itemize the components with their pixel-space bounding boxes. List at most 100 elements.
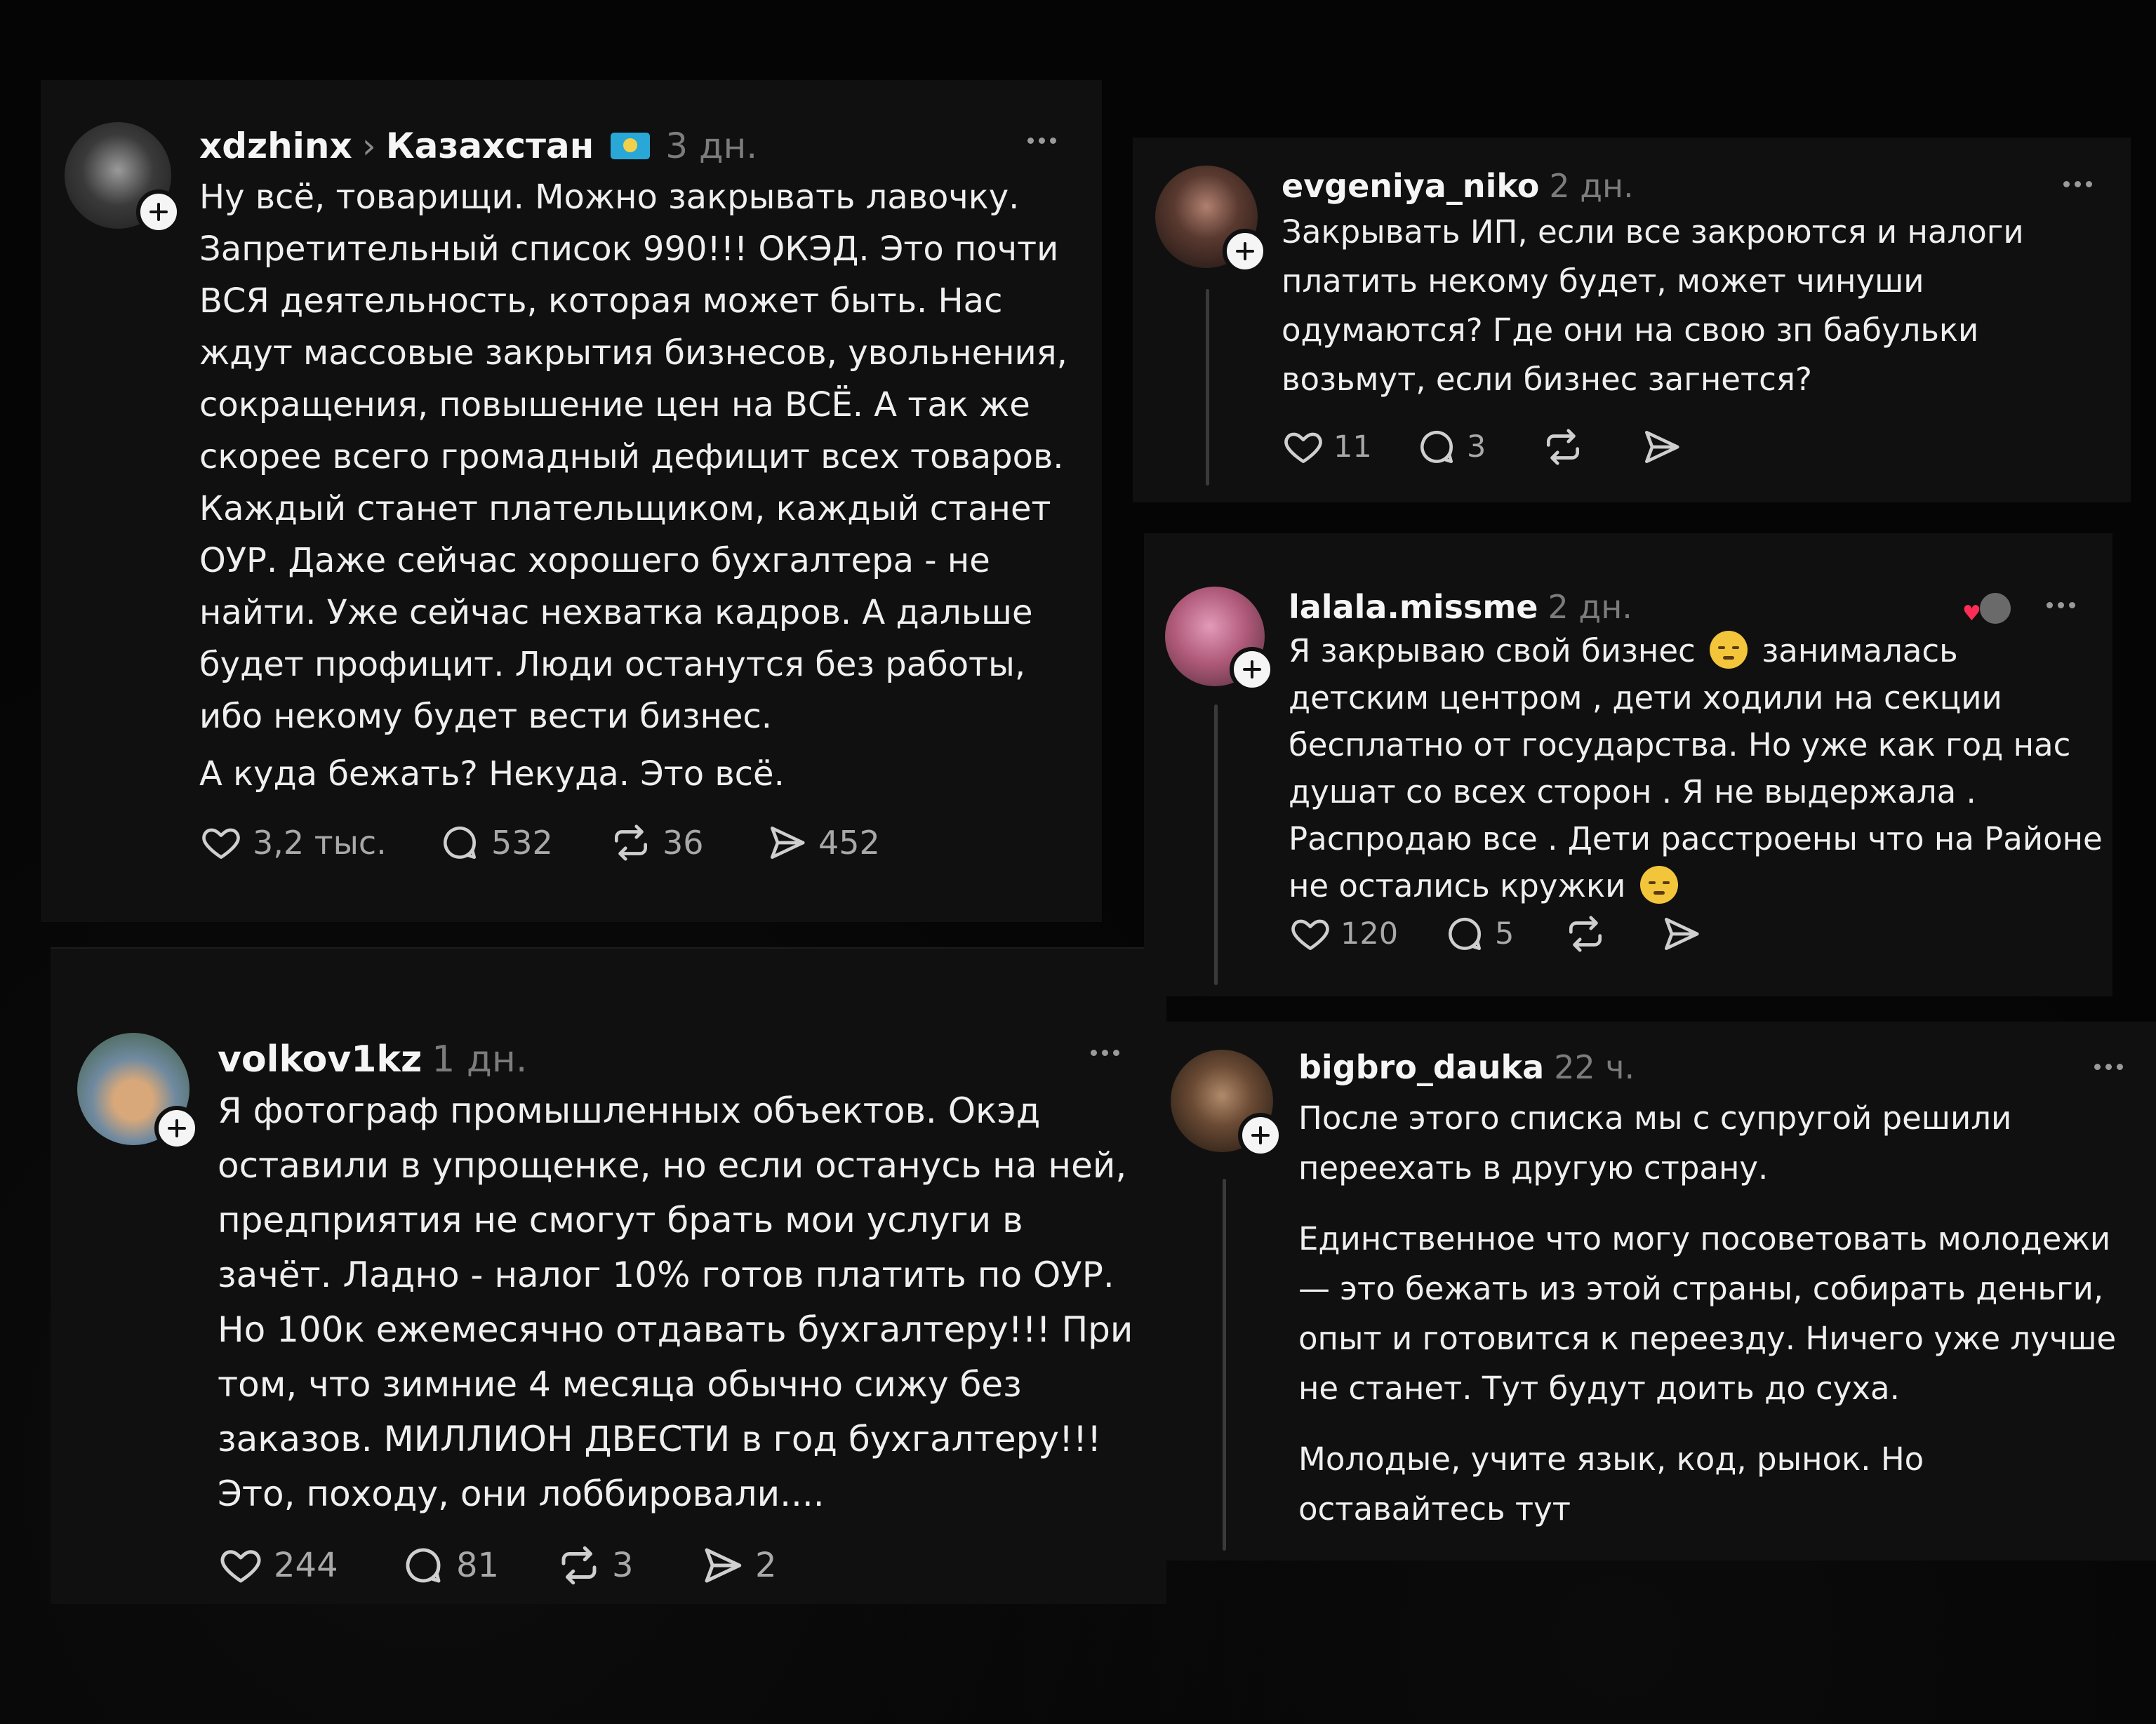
follow-plus-icon[interactable] <box>1223 229 1267 274</box>
post-paragraph: Единственное что могу посоветовать молод… <box>1298 1220 2117 1407</box>
post-paragraph: Я закрываю свой бизнес занималась детски… <box>1289 627 2103 909</box>
share-count: 2 <box>755 1546 777 1585</box>
like-count: 120 <box>1340 916 1399 951</box>
follow-plus-icon[interactable] <box>1230 647 1275 692</box>
reply-count: 532 <box>491 824 553 862</box>
thread-line <box>1206 289 1209 486</box>
thread-line <box>1214 704 1218 985</box>
post-header: bigbro_dauka 22 ч. <box>1298 1041 1635 1093</box>
post-actions: 120 5 <box>1289 912 1715 956</box>
avatar[interactable] <box>65 122 181 234</box>
comment-icon <box>1420 431 1453 463</box>
heart-icon <box>202 828 240 859</box>
like-button[interactable]: 11 <box>1282 425 1415 469</box>
timestamp: 22 ч. <box>1554 1048 1635 1086</box>
post-paragraph: Молодые, учите язык, код, рынок. Но оста… <box>1298 1441 1924 1528</box>
post-header: volkov1kz 1 дн. <box>218 1031 527 1088</box>
kazakhstan-flag-icon <box>611 133 651 159</box>
repost-count: 36 <box>663 824 704 862</box>
timestamp: 1 дн. <box>432 1038 528 1081</box>
username[interactable]: bigbro_dauka <box>1298 1048 1544 1086</box>
post-paragraph: После этого списка мы с супругой решили … <box>1298 1100 2012 1187</box>
more-options-icon[interactable] <box>1091 1050 1119 1056</box>
post-text: Я закрываю свой бизнес <box>1289 632 1696 669</box>
like-count: 244 <box>274 1546 338 1585</box>
post-card-lalala-missme: lalala.missme 2 дн. ♥ Я закрываю свой би… <box>1144 533 2112 996</box>
post-body: Закрывать ИП, если все закроются и налог… <box>1282 208 2089 404</box>
repost-button[interactable] <box>1541 425 1639 469</box>
post-header: lalala.missme 2 дн. <box>1289 581 1632 633</box>
repost-icon <box>615 824 647 861</box>
follow-plus-icon[interactable] <box>154 1106 199 1151</box>
post-text: занималась детским центром , дети ходили… <box>1289 632 2103 904</box>
reply-count: 81 <box>456 1546 500 1585</box>
follow-plus-icon[interactable] <box>1238 1113 1283 1158</box>
send-icon <box>1645 431 1679 463</box>
like-button[interactable]: 244 <box>218 1542 400 1589</box>
avatar[interactable] <box>1165 587 1275 692</box>
more-options-icon[interactable] <box>2094 1064 2123 1070</box>
follow-plus-icon[interactable] <box>136 189 181 234</box>
share-button[interactable] <box>1639 425 1696 469</box>
timestamp: 2 дн. <box>1549 167 1634 205</box>
repost-icon <box>1547 429 1579 465</box>
repost-button[interactable]: 3 <box>556 1542 699 1589</box>
timestamp: 3 дн. <box>665 126 758 166</box>
post-actions: 3,2 тыс. 532 36 452 <box>199 821 905 864</box>
community-name[interactable]: Казахстан <box>386 126 594 166</box>
repost-icon <box>1569 916 1602 952</box>
post-actions: 244 81 3 2 <box>218 1542 811 1589</box>
post-body: После этого списка мы с супругой решили … <box>1298 1093 2141 1534</box>
post-header: evgeniya_niko 2 дн. <box>1282 160 1634 212</box>
share-count: 452 <box>818 824 880 862</box>
post-body: Ну всё, товарищи. Можно закрывать лавочк… <box>199 171 1084 800</box>
post-card-bigbro-dauka: bigbro_dauka 22 ч. После этого списка мы… <box>1166 1022 2156 1561</box>
like-button[interactable]: 120 <box>1289 912 1443 956</box>
username[interactable]: xdzhinx <box>199 126 352 166</box>
timestamp: 2 дн. <box>1548 588 1632 626</box>
username[interactable]: evgeniya_niko <box>1282 167 1539 205</box>
avatar[interactable] <box>1171 1050 1283 1158</box>
pensive-face-icon <box>1639 866 1678 904</box>
reply-button[interactable]: 532 <box>438 821 609 864</box>
reply-count: 5 <box>1495 916 1515 951</box>
heart-icon <box>1291 919 1329 950</box>
more-options-icon[interactable] <box>2063 181 2092 187</box>
avatar[interactable] <box>77 1033 199 1151</box>
post-body: Я фотограф промышленных объектов. Окэд о… <box>218 1083 1144 1521</box>
heart-icon <box>220 1550 261 1583</box>
comment-icon <box>444 827 476 859</box>
share-button[interactable]: 452 <box>765 821 905 864</box>
repost-count: 3 <box>612 1546 634 1585</box>
reply-button[interactable]: 81 <box>400 1542 556 1589</box>
like-button[interactable]: 3,2 тыс. <box>199 821 438 864</box>
post-paragraph: Я фотограф промышленных объектов. Окэд о… <box>218 1090 1133 1514</box>
share-button[interactable]: 2 <box>699 1542 811 1589</box>
username[interactable]: lalala.missme <box>1289 588 1538 626</box>
more-options-icon[interactable] <box>1027 138 1056 144</box>
share-button[interactable] <box>1659 912 1715 956</box>
like-count: 3,2 тыс. <box>253 824 387 862</box>
heart-icon <box>1284 432 1322 463</box>
reply-button[interactable]: 5 <box>1443 912 1564 956</box>
comment-icon <box>406 1548 441 1583</box>
like-count: 11 <box>1333 429 1372 465</box>
avatar[interactable] <box>1155 166 1267 274</box>
comment-icon <box>1449 918 1481 950</box>
repost-button[interactable] <box>1564 912 1659 956</box>
reply-button[interactable]: 3 <box>1415 425 1541 469</box>
post-actions: 11 3 <box>1282 425 1696 469</box>
reply-count: 3 <box>1467 429 1486 465</box>
post-card-xdzhinx: xdzhinx › Казахстан 3 дн. Ну всё, товари… <box>41 80 1102 922</box>
post-card-evgeniya-niko: evgeniya_niko 2 дн. Закрывать ИП, если в… <box>1133 138 2131 502</box>
heart-badge-icon: ♥ <box>1962 601 1981 626</box>
post-paragraph: Закрывать ИП, если все закроются и налог… <box>1282 213 2024 398</box>
send-icon <box>705 1548 742 1583</box>
post-paragraph: Ну всё, товарищи. Можно закрывать лавочк… <box>199 178 1067 736</box>
send-icon <box>1665 918 1699 950</box>
username[interactable]: volkov1kz <box>218 1038 422 1081</box>
post-paragraph: А куда бежать? Некуда. Это всё. <box>199 754 785 794</box>
post-card-volkov1kz: volkov1kz 1 дн. Я фотограф промышленных … <box>51 947 1166 1604</box>
more-options-icon[interactable] <box>2047 602 2075 608</box>
repost-button[interactable]: 36 <box>609 821 765 864</box>
